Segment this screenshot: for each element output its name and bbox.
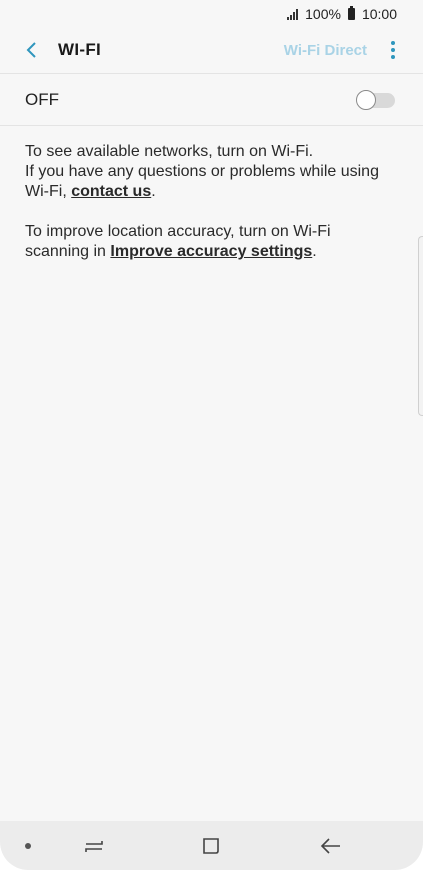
description-paragraph-2: To improve location accuracy, turn on Wi… bbox=[25, 223, 331, 260]
battery-percentage: 100% bbox=[305, 6, 341, 22]
chevron-left-icon bbox=[26, 42, 36, 58]
description-line: To see available networks, turn on Wi-Fi… bbox=[25, 143, 314, 160]
wifi-settings-screen: 100% 10:00 WI-FI Wi-Fi Direct OFF To see… bbox=[0, 0, 423, 870]
clock: 10:00 bbox=[361, 6, 397, 22]
more-vertical-icon bbox=[391, 41, 395, 45]
wifi-master-switch-row[interactable]: OFF bbox=[0, 73, 423, 126]
battery-icon bbox=[347, 6, 355, 20]
status-bar: 100% 10:00 bbox=[0, 0, 423, 28]
toggle-thumb bbox=[356, 89, 376, 110]
signal-icon bbox=[287, 8, 299, 20]
home-icon[interactable] bbox=[201, 836, 221, 856]
navigation-bar bbox=[0, 821, 423, 870]
edge-panel-handle[interactable] bbox=[418, 236, 423, 416]
page-title: WI-FI bbox=[58, 40, 102, 59]
recents-icon[interactable] bbox=[84, 836, 104, 856]
app-bar: WI-FI Wi-Fi Direct bbox=[0, 28, 423, 72]
contact-us-link[interactable]: contact us bbox=[71, 183, 151, 200]
nav-hide-dot-icon[interactable] bbox=[25, 843, 31, 849]
more-options-button[interactable] bbox=[385, 35, 401, 65]
back-button[interactable] bbox=[16, 35, 46, 65]
back-arrow-icon[interactable] bbox=[320, 836, 342, 856]
improve-accuracy-settings-link[interactable]: Improve accuracy settings bbox=[110, 243, 312, 260]
switch-label: OFF bbox=[25, 89, 59, 109]
wifi-description: To see available networks, turn on Wi-Fi… bbox=[25, 142, 393, 282]
wifi-toggle-switch[interactable] bbox=[356, 89, 396, 110]
description-paragraph-1: To see available networks, turn on Wi-Fi… bbox=[25, 143, 379, 200]
wifi-direct-button[interactable]: Wi-Fi Direct bbox=[284, 42, 367, 59]
